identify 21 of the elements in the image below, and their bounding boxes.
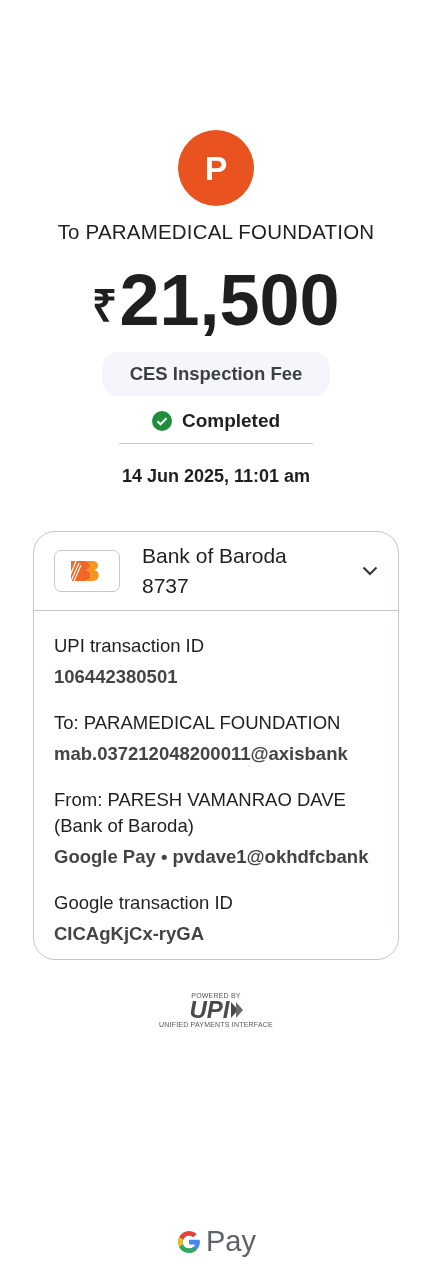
amount: 21,500 [119,260,340,340]
brand-word: Pay [206,1225,256,1258]
google-g-icon [176,1228,202,1255]
account-number: 8737 [142,574,190,598]
detail-value: 106442380501 [54,665,179,688]
detail-value: CICAgKjCx-ryGA [54,922,206,945]
payee-avatar: P [178,130,254,206]
currency-symbol: ₹ [92,280,118,332]
detail-value: Google Pay • pvdave1@okhdfcbank [54,845,370,868]
bank-logo-icon [54,550,120,592]
transaction-date: 14 Jun 2025, 11:01 am [121,466,311,487]
chevron-down-icon[interactable] [362,566,378,576]
payment-note: CES Inspection Fee [101,352,331,396]
detail-label: To: PARAMEDICAL FOUNDATION [54,711,342,735]
detail-label: From: PARESH VAMANRAO DAVE (Bank of Baroda) [54,788,347,838]
detail-label: UPI transaction ID [54,634,206,658]
detail-label: Google transaction ID [54,891,234,915]
bank-name: Bank of Baroda [142,544,288,568]
payee-name: To PARAMEDICAL FOUNDATION [57,220,375,244]
status-label: Completed [181,410,281,432]
detail-value: mab.037212048200011@axisbank [54,742,349,765]
